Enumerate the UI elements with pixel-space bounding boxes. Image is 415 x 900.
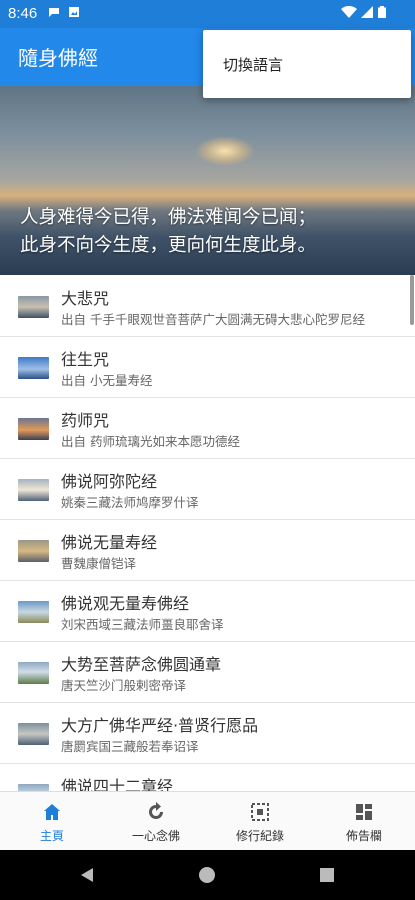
system-nav-bar — [0, 850, 415, 900]
item-title: 佛说四十二章经 — [61, 777, 174, 791]
list-scrollbar[interactable] — [410, 275, 414, 325]
list-item-3[interactable]: 药师咒 出自 药师琉璃光如来本愿功德经 — [0, 397, 415, 459]
item-title: 佛说阿弥陀经 — [61, 472, 158, 491]
scripture-list: 大悲咒 出自 千手千眼观世音菩萨广大圆满无碍大悲心陀罗尼经 往生咒 出自 小无量… — [0, 275, 415, 791]
list-item-1[interactable]: 大悲咒 出自 千手千眼观世音菩萨广大圆满无碍大悲心陀罗尼经 — [0, 275, 415, 337]
thumbnail-image — [18, 601, 49, 623]
item-title: 大势至菩萨念佛圆通章 — [61, 655, 222, 674]
status-time: 8:46 — [8, 5, 38, 22]
tab-label: 修行紀錄 — [235, 829, 284, 843]
tab-bulletin-board[interactable]: 佈告欄 — [312, 792, 415, 850]
item-subtitle: 出自 小无量寿经 — [61, 373, 153, 388]
verse-line-2: 此身不向今生度，更向何生度此身。 — [20, 235, 317, 256]
banner-image: 人身难得今已得，佛法难闻今已闻； 此身不向今生度，更向何生度此身。 — [0, 86, 415, 275]
item-title: 大方广佛华严经·普贤行愿品 — [61, 716, 259, 735]
list-item-6[interactable]: 佛说观无量寿佛经 刘宋西域三藏法师畺良耶舍译 — [0, 580, 415, 642]
item-subtitle: 姚秦三藏法师鸠摩罗什译 — [61, 495, 199, 510]
item-subtitle: 出自 千手千眼观世音菩萨广大圆满无碍大悲心陀罗尼经 — [61, 312, 365, 327]
verse-line-1: 人身难得今已得，佛法难闻今已闻； — [20, 207, 317, 228]
dashboard-icon — [356, 804, 372, 820]
record-icon — [251, 803, 269, 821]
item-title: 大悲咒 — [61, 289, 110, 308]
image-icon — [69, 7, 79, 17]
recents-icon[interactable] — [318, 866, 336, 884]
item-title: 佛说观无量寿佛经 — [61, 594, 190, 613]
list-item-2[interactable]: 往生咒 出自 小无量寿经 — [0, 336, 415, 398]
item-subtitle: 曹魏康僧铠译 — [61, 556, 137, 571]
thumbnail-image — [18, 723, 49, 745]
tab-mindful-chanting[interactable]: 一心念佛 — [104, 792, 208, 850]
status-bar: 8:46 — [0, 0, 415, 28]
thumbnail-image — [18, 357, 49, 379]
item-subtitle: 出自 药师琉璃光如来本愿功德经 — [61, 434, 240, 449]
item-subtitle: 唐天竺沙门般剌密帝译 — [61, 678, 187, 693]
item-title: 往生咒 — [61, 350, 110, 369]
list-item-9[interactable]: 佛说四十二章经 — [0, 763, 415, 791]
list-item-8[interactable]: 大方广佛华严经·普贤行愿品 唐罽宾国三藏般若奉诏译 — [0, 702, 415, 764]
battery-icon — [378, 6, 386, 18]
thumbnail-image — [18, 784, 49, 791]
list-item-7[interactable]: 大势至菩萨念佛圆通章 唐天竺沙门般剌密帝译 — [0, 641, 415, 703]
thumbnail-image — [18, 296, 49, 318]
item-subtitle: 唐罽宾国三藏般若奉诏译 — [61, 739, 199, 754]
thumbnail-image — [18, 540, 49, 562]
thumbnail-image — [18, 662, 49, 684]
refresh-icon — [149, 802, 163, 819]
tab-practice-record[interactable]: 修行紀錄 — [208, 792, 312, 850]
back-icon[interactable] — [78, 866, 96, 884]
thumbnail-image — [18, 479, 49, 501]
bottom-tab-bar: 主頁 一心念佛 修行紀錄 佈告欄 — [0, 791, 415, 850]
home-button-icon[interactable] — [198, 866, 216, 884]
list-item-5[interactable]: 佛说无量寿经 曹魏康僧铠译 — [0, 519, 415, 581]
message-icon — [49, 8, 59, 17]
overflow-menu: 切換語言 — [203, 30, 411, 98]
home-icon — [44, 804, 60, 820]
app-title: 隨身佛經 — [18, 46, 98, 70]
thumbnail-image — [18, 418, 49, 440]
banner-verse: 人身难得今已得，佛法难闻今已闻； 此身不向今生度，更向何生度此身。 — [20, 204, 316, 260]
item-title: 佛说无量寿经 — [61, 533, 158, 552]
item-subtitle: 刘宋西域三藏法师畺良耶舍译 — [61, 617, 224, 632]
sunset-glow — [195, 136, 255, 166]
item-title: 药师咒 — [61, 411, 110, 430]
tab-label: 一心念佛 — [131, 829, 180, 843]
menu-item-switch-language[interactable]: 切換語言 — [223, 54, 283, 75]
tab-label: 主頁 — [39, 829, 64, 843]
signal-icon — [361, 6, 373, 18]
wifi-icon — [341, 6, 357, 18]
tab-home[interactable]: 主頁 — [0, 792, 104, 850]
tab-label: 佈告欄 — [345, 829, 382, 843]
list-item-4[interactable]: 佛说阿弥陀经 姚秦三藏法师鸠摩罗什译 — [0, 458, 415, 520]
